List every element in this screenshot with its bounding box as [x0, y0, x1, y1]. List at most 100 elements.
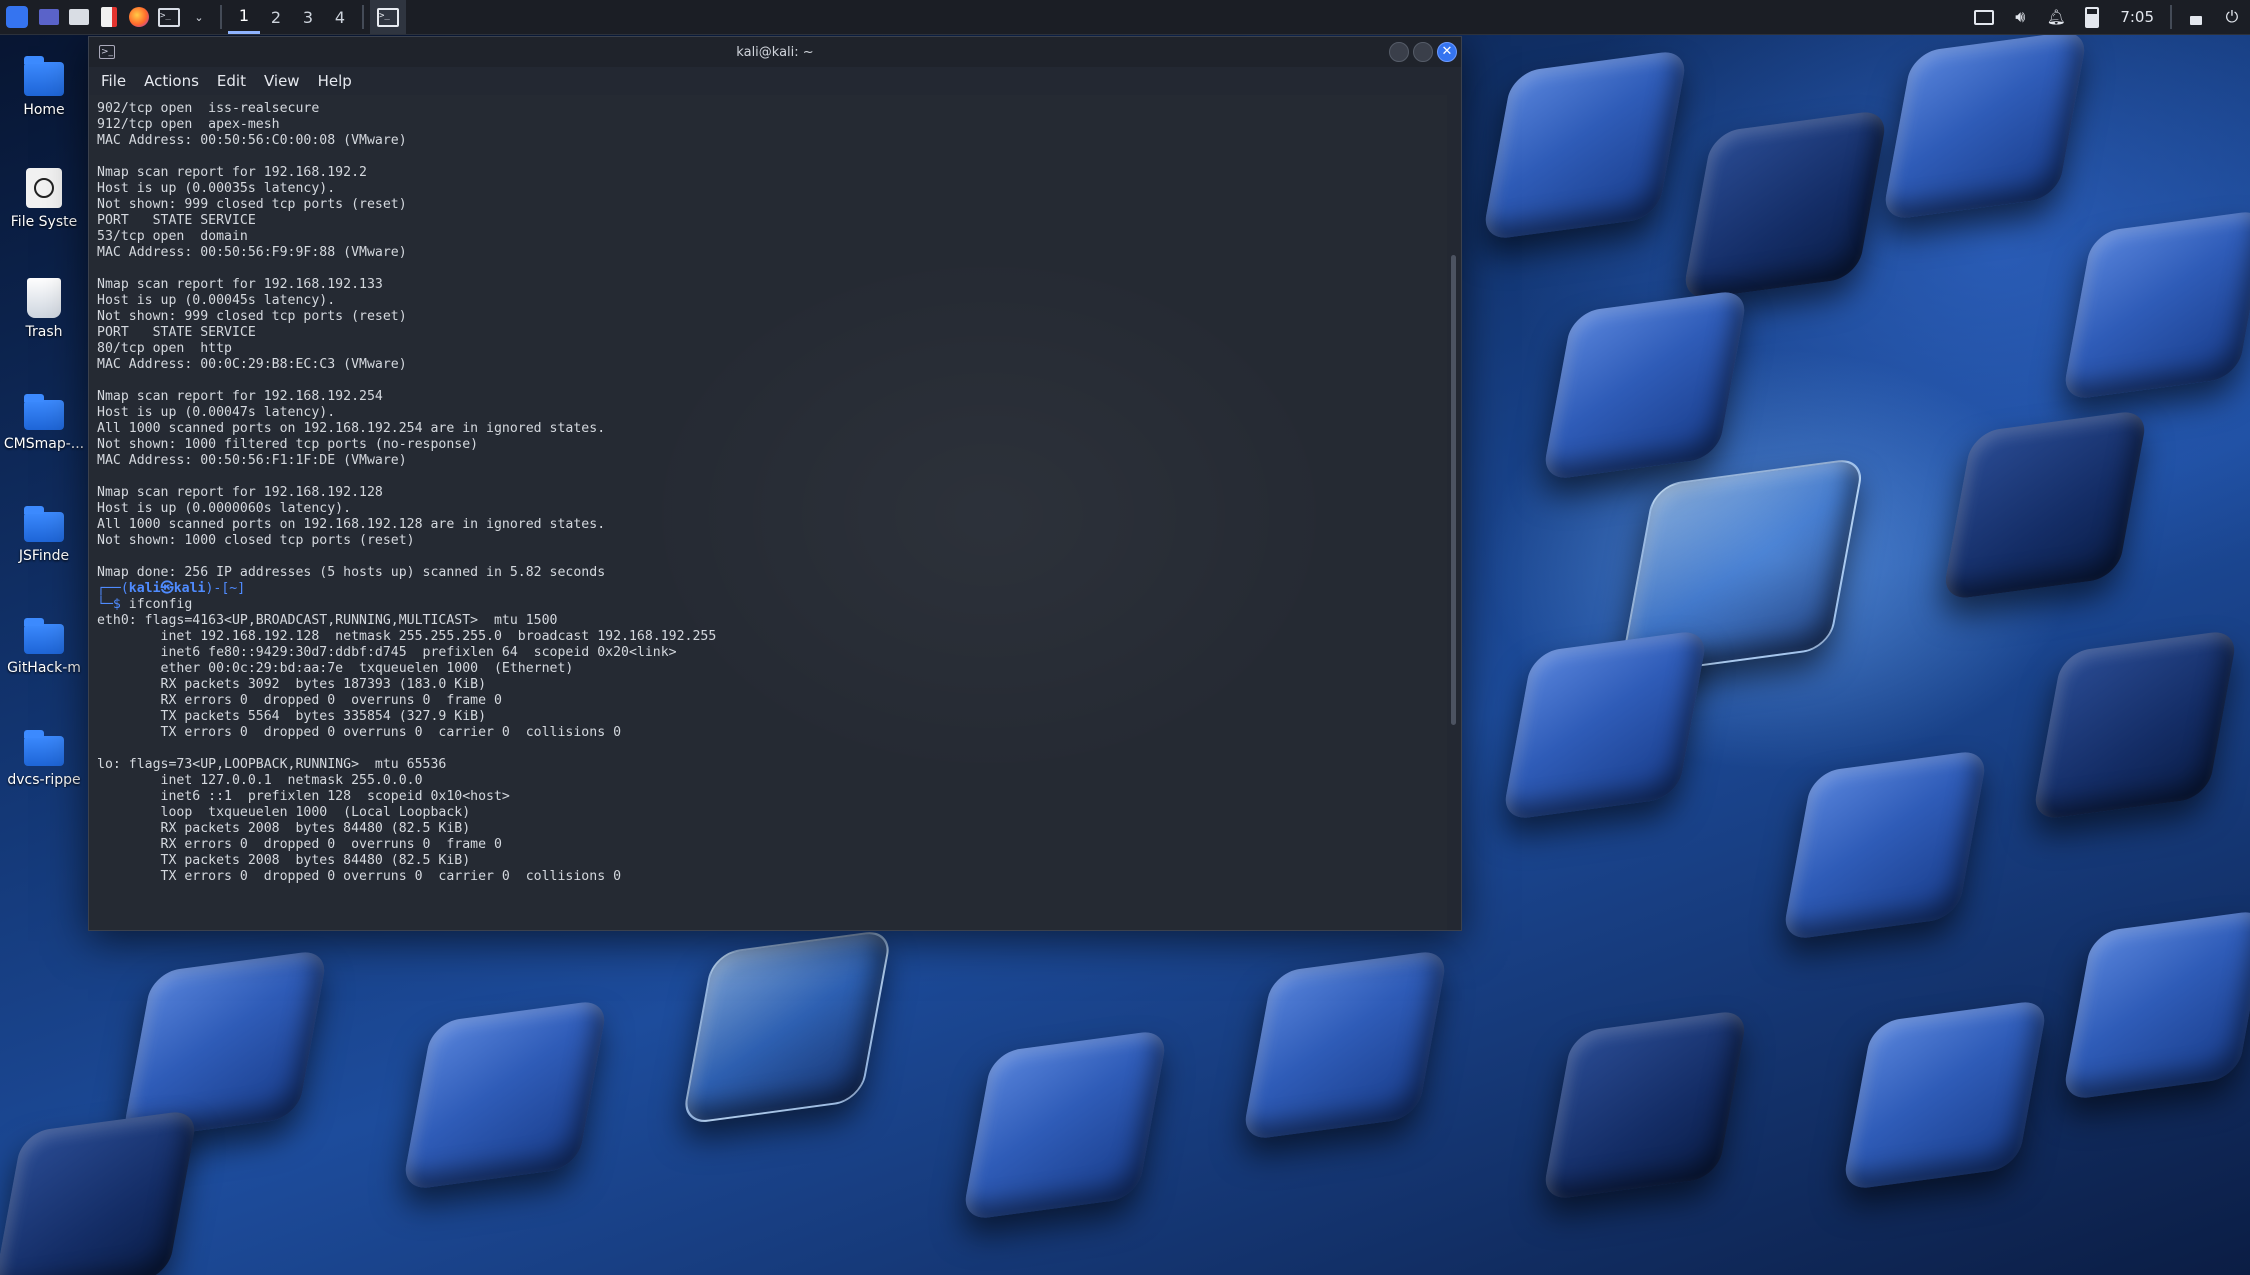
- wallpaper-glass-cube: [681, 928, 893, 1126]
- menu-edit[interactable]: Edit: [217, 72, 246, 90]
- logout-button[interactable]: ⏻: [2214, 0, 2250, 34]
- power-icon: ⏻: [2225, 7, 2239, 26]
- wallpaper-cube: [2031, 628, 2239, 822]
- lock-screen-button[interactable]: [2178, 0, 2214, 34]
- firefox-button[interactable]: [124, 0, 154, 34]
- top-panel: >_ ⌄ 1 2 3 4 >_ 🔊︎ 🔔︎ 7:05 ⏻: [0, 0, 2250, 35]
- folder-icon: [24, 506, 64, 542]
- menu-file[interactable]: File: [101, 72, 126, 90]
- desktop-icon-label: Trash: [25, 324, 63, 340]
- close-icon: ✕: [1441, 44, 1453, 59]
- desktop-icon-trash[interactable]: Trash: [0, 278, 88, 340]
- kali-menu-icon: [6, 6, 28, 28]
- notifications-button[interactable]: 🔔︎: [2038, 0, 2074, 34]
- workspace-3[interactable]: 3: [292, 0, 324, 34]
- wallpaper-cube: [1481, 48, 1689, 242]
- trash-icon: [27, 278, 61, 318]
- volume-button[interactable]: 🔊︎: [2002, 0, 2038, 34]
- desktop-icon-dvcs-ripper[interactable]: dvcs-rippe: [0, 730, 88, 788]
- folder-icon: [24, 618, 64, 654]
- prompt-dollar: └─$: [97, 597, 129, 612]
- desktop-icon-filesystem[interactable]: File Syste: [0, 168, 88, 230]
- workspace-4[interactable]: 4: [324, 0, 356, 34]
- desktop-icon-label: File Syste: [10, 214, 78, 230]
- speaker-icon: 🔊︎: [2015, 7, 2026, 26]
- maximize-button[interactable]: [1413, 42, 1433, 62]
- file-manager-icon: [69, 9, 89, 25]
- workspace-label: 1: [238, 6, 250, 25]
- text-editor-icon: [101, 7, 117, 27]
- minimize-button[interactable]: [1389, 42, 1409, 62]
- terminal-window[interactable]: >_ kali@kali: ~ ✕ File Actions Edit View…: [88, 36, 1462, 931]
- wallpaper-cube: [1541, 288, 1749, 482]
- terminal-icon: >_: [377, 7, 399, 27]
- workspace-label: 4: [334, 7, 346, 27]
- desktop-icon-label: GitHack-m: [7, 660, 81, 676]
- desktop-icon-githack[interactable]: GitHack-m: [0, 618, 88, 676]
- wallpaper-cube: [1841, 998, 2049, 1192]
- panel-separator: [362, 5, 364, 29]
- folder-icon: [24, 394, 64, 430]
- wallpaper-cube: [2061, 908, 2250, 1102]
- workspace-label: 2: [270, 7, 282, 27]
- workspace-1[interactable]: 1: [228, 0, 260, 34]
- wallpaper-cube: [1501, 628, 1709, 822]
- display-button[interactable]: [1966, 0, 2002, 34]
- battery-icon: [2085, 6, 2100, 28]
- desktop-icon-jsfinder[interactable]: JSFinde: [0, 506, 88, 564]
- wallpaper-cube: [401, 998, 609, 1192]
- wallpaper-cube: [0, 1108, 199, 1275]
- scrollbar-thumb[interactable]: [1451, 255, 1456, 725]
- folder-icon: [24, 730, 64, 766]
- panel-separator: [220, 5, 222, 29]
- nmap-output: 902/tcp open iss-realsecure 912/tcp open…: [97, 101, 606, 580]
- lock-icon: [2190, 15, 2202, 25]
- menu-view[interactable]: View: [264, 72, 300, 90]
- wallpaper-cube: [1541, 1008, 1749, 1202]
- wallpaper-cube: [121, 948, 329, 1142]
- prompt-suffix: )-[~]: [205, 581, 246, 596]
- show-desktop-icon: [39, 9, 59, 25]
- terminal-scrollbar[interactable]: [1447, 95, 1461, 930]
- wallpaper-cube: [2061, 208, 2250, 402]
- monitor-icon: [1974, 9, 1995, 25]
- show-desktop-button[interactable]: [34, 0, 64, 34]
- ifconfig-output: eth0: flags=4163<UP,BROADCAST,RUNNING,MU…: [97, 613, 717, 884]
- file-manager-button[interactable]: [64, 0, 94, 34]
- desktop-icon-label: JSFinde: [18, 548, 70, 564]
- kali-menu-button[interactable]: [0, 0, 34, 34]
- prompt-prefix: ┌──(: [97, 581, 129, 596]
- drive-icon: [26, 168, 62, 208]
- clock[interactable]: 7:05: [2110, 8, 2164, 26]
- desktop-icon-home[interactable]: Home: [0, 56, 88, 118]
- firefox-icon: [129, 7, 149, 27]
- window-title-bar[interactable]: >_ kali@kali: ~ ✕: [89, 37, 1461, 67]
- wallpaper-cube: [1881, 28, 2089, 222]
- wallpaper-cube: [1781, 748, 1989, 942]
- wallpaper-cube: [1681, 108, 1889, 302]
- wallpaper-cube: [1941, 408, 2149, 602]
- workspace-2[interactable]: 2: [260, 0, 292, 34]
- desktop-icon-label: Home: [23, 102, 65, 118]
- taskbar-terminal-window[interactable]: >_: [370, 0, 406, 34]
- menu-actions[interactable]: Actions: [144, 72, 199, 90]
- desktop-icon-label: CMSmap-...: [3, 436, 85, 452]
- prompt-user: kali㉿kali: [128, 581, 206, 596]
- terminal-output: 902/tcp open iss-realsecure 912/tcp open…: [89, 95, 1447, 891]
- wallpaper-cube: [961, 1028, 1169, 1222]
- terminal-output-area[interactable]: 902/tcp open iss-realsecure 912/tcp open…: [89, 95, 1447, 930]
- workspace-label: 3: [302, 7, 314, 27]
- window-menu-bar: File Actions Edit View Help: [89, 67, 1461, 95]
- terminal-launcher-button[interactable]: >_: [154, 0, 184, 34]
- system-tray: 🔊︎ 🔔︎ 7:05 ⏻: [1966, 0, 2250, 34]
- desktop-icon-cmsmap[interactable]: CMSmap-...: [0, 394, 88, 452]
- battery-button[interactable]: [2074, 0, 2110, 34]
- wallpaper-cube: [1241, 948, 1449, 1142]
- terminal-icon: >_: [158, 7, 180, 27]
- chevron-down-icon: ⌄: [194, 10, 204, 24]
- text-editor-button[interactable]: [94, 0, 124, 34]
- launcher-dropdown-button[interactable]: ⌄: [184, 0, 214, 34]
- desktop-icon-label: dvcs-rippe: [7, 772, 81, 788]
- menu-help[interactable]: Help: [318, 72, 352, 90]
- close-button[interactable]: ✕: [1437, 42, 1457, 62]
